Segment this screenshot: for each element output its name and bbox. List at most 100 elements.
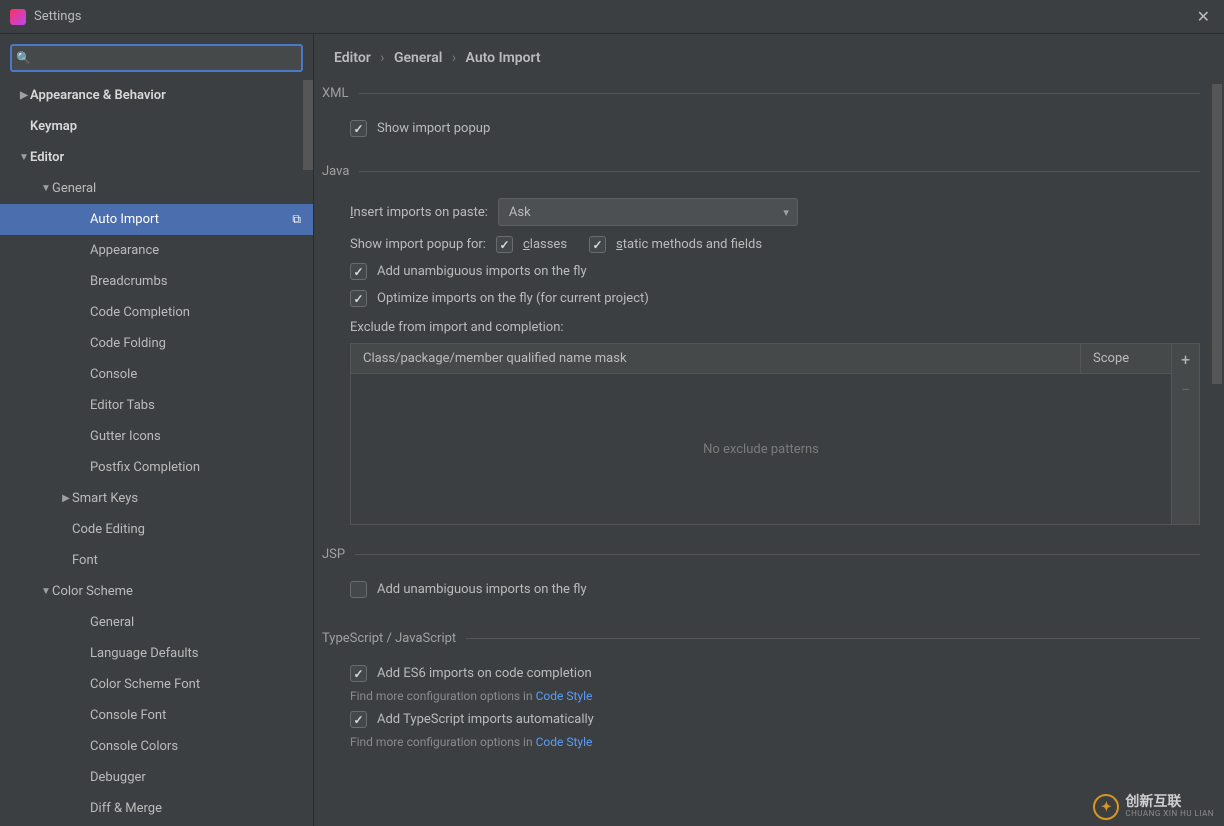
sidebar-item-color-scheme-font[interactable]: Color Scheme Font	[0, 669, 313, 700]
section-xml: XML	[322, 86, 1200, 101]
sidebar-item-color-scheme[interactable]: ▼Color Scheme	[0, 576, 313, 607]
th-scope[interactable]: Scope	[1081, 344, 1171, 373]
hint-ts: Find more configuration options in Code …	[322, 735, 1200, 749]
sidebar-item-breadcrumbs[interactable]: Breadcrumbs	[0, 266, 313, 297]
sidebar-item-label: Auto Import	[90, 212, 292, 227]
chevron-down-icon: ▼	[40, 586, 52, 597]
sidebar-item-debugger[interactable]: Debugger	[0, 762, 313, 793]
checkbox-unambiguous[interactable]	[350, 263, 367, 280]
table-empty: No exclude patterns	[351, 374, 1171, 524]
sidebar-item-label: Color Scheme Font	[90, 677, 301, 692]
checkbox-optimize[interactable]	[350, 290, 367, 307]
sidebar-item-label: Debugger	[90, 770, 301, 785]
search-icon: 🔍	[16, 51, 31, 65]
link-code-style-2[interactable]: Code Style	[536, 735, 593, 749]
settings-tree[interactable]: ▶Appearance & BehaviorKeymap▼Editor▼Gene…	[0, 80, 313, 826]
watermark-icon: ✦	[1093, 794, 1119, 820]
sidebar-item-auto-import[interactable]: Auto Import⧉	[0, 204, 313, 235]
sidebar-item-label: Editor Tabs	[90, 398, 301, 413]
sidebar-item-keymap[interactable]: Keymap	[0, 111, 313, 142]
label-xml-show-popup: Show import popup	[377, 121, 490, 136]
label-exclude: Exclude from import and completion:	[350, 320, 1200, 335]
sidebar-item-label: Editor	[30, 150, 301, 165]
exclude-table: Class/package/member qualified name mask…	[350, 343, 1200, 525]
scrollbar[interactable]	[303, 80, 313, 170]
main: 🔍 ▶Appearance & BehaviorKeymap▼Editor▼Ge…	[0, 34, 1224, 826]
label-ts-auto: Add TypeScript imports automatically	[377, 712, 594, 727]
titlebar: Settings ✕	[0, 0, 1224, 34]
sidebar-item-label: Appearance	[90, 243, 301, 258]
label-insert-on-paste: Insert imports on paste:	[350, 205, 488, 220]
sidebar-item-label: Console Colors	[90, 739, 301, 754]
sidebar-item-label: Breadcrumbs	[90, 274, 301, 289]
table-toolbar: + −	[1171, 344, 1199, 524]
chevron-icon: ›	[380, 50, 384, 66]
sidebar-item-general[interactable]: ▼General	[0, 173, 313, 204]
sidebar-item-code-folding[interactable]: Code Folding	[0, 328, 313, 359]
sidebar-item-label: Code Completion	[90, 305, 301, 320]
section-jsp: JSP	[322, 547, 1200, 562]
sidebar-item-code-completion[interactable]: Code Completion	[0, 297, 313, 328]
sidebar-item-code-editing[interactable]: Code Editing	[0, 514, 313, 545]
search-input[interactable]	[10, 44, 303, 72]
sidebar-item-label: General	[90, 615, 301, 630]
sidebar-item-label: Postfix Completion	[90, 460, 301, 475]
content-scrollbar[interactable]	[1212, 84, 1222, 384]
sidebar-item-label: Console Font	[90, 708, 301, 723]
checkbox-classes[interactable]	[496, 236, 513, 253]
section-ts: TypeScript / JavaScript	[322, 631, 1200, 646]
checkbox-es6[interactable]	[350, 665, 367, 682]
sidebar-item-label: Keymap	[30, 119, 301, 134]
table-header: Class/package/member qualified name mask…	[351, 344, 1171, 374]
chevron-right-icon: ▶	[60, 493, 72, 504]
label-jsp-unambiguous: Add unambiguous imports on the fly	[377, 582, 587, 597]
label-optimize: Optimize imports on the fly (for current…	[377, 291, 649, 306]
sidebar-item-editor-tabs[interactable]: Editor Tabs	[0, 390, 313, 421]
sidebar: 🔍 ▶Appearance & BehaviorKeymap▼Editor▼Ge…	[0, 34, 314, 826]
label-show-popup-for: Show import popup for:	[350, 237, 486, 252]
sidebar-item-general[interactable]: General	[0, 607, 313, 638]
hint-es6: Find more configuration options in Code …	[322, 689, 1200, 703]
sidebar-item-console[interactable]: Console	[0, 359, 313, 390]
watermark: ✦ 创新互联 CHUANG XIN HU LIAN	[1093, 794, 1214, 820]
sidebar-item-console-colors[interactable]: Console Colors	[0, 731, 313, 762]
sidebar-item-label: Diff & Merge	[90, 801, 301, 816]
checkbox-jsp-unambiguous[interactable]	[350, 581, 367, 598]
chevron-down-icon: ▼	[40, 183, 52, 194]
sidebar-item-language-defaults[interactable]: Language Defaults	[0, 638, 313, 669]
sidebar-item-smart-keys[interactable]: ▶Smart Keys	[0, 483, 313, 514]
checkbox-ts-auto[interactable]	[350, 711, 367, 728]
sidebar-item-editor[interactable]: ▼Editor	[0, 142, 313, 173]
sidebar-item-appearance-behavior[interactable]: ▶Appearance & Behavior	[0, 80, 313, 111]
add-icon[interactable]: +	[1172, 344, 1199, 374]
sidebar-item-font[interactable]: Font	[0, 545, 313, 576]
sidebar-item-appearance[interactable]: Appearance	[0, 235, 313, 266]
sidebar-item-postfix-completion[interactable]: Postfix Completion	[0, 452, 313, 483]
sidebar-item-console-font[interactable]: Console Font	[0, 700, 313, 731]
sidebar-item-diff-merge[interactable]: Diff & Merge	[0, 793, 313, 824]
app-icon	[10, 9, 26, 25]
titlebar-left: Settings	[10, 9, 81, 25]
sidebar-item-label: General	[52, 181, 301, 196]
copy-icon: ⧉	[292, 212, 301, 227]
checkbox-xml-show-popup[interactable]	[350, 120, 367, 137]
sidebar-item-label: Color Scheme	[52, 584, 301, 599]
label-unambiguous: Add unambiguous imports on the fly	[377, 264, 587, 279]
breadcrumb: Editor › General › Auto Import	[314, 34, 1224, 78]
checkbox-static[interactable]	[589, 236, 606, 253]
select-insert-on-paste[interactable]: Ask	[498, 198, 798, 226]
close-icon[interactable]: ✕	[1193, 3, 1214, 30]
sidebar-item-gutter-icons[interactable]: Gutter Icons	[0, 421, 313, 452]
sidebar-item-label: Smart Keys	[72, 491, 301, 506]
link-code-style[interactable]: Code Style	[536, 689, 593, 703]
remove-icon[interactable]: −	[1172, 374, 1199, 404]
sidebar-item-label: Appearance & Behavior	[30, 88, 301, 103]
chevron-icon: ›	[452, 50, 456, 66]
th-name[interactable]: Class/package/member qualified name mask	[351, 344, 1081, 373]
label-static: static methods and fields	[616, 237, 762, 252]
section-java: Java	[322, 164, 1200, 179]
label-classes: classes	[523, 237, 567, 252]
sidebar-item-label: Gutter Icons	[90, 429, 301, 444]
content: Editor › General › Auto Import XML Show …	[314, 34, 1224, 826]
sidebar-item-label: Font	[72, 553, 301, 568]
